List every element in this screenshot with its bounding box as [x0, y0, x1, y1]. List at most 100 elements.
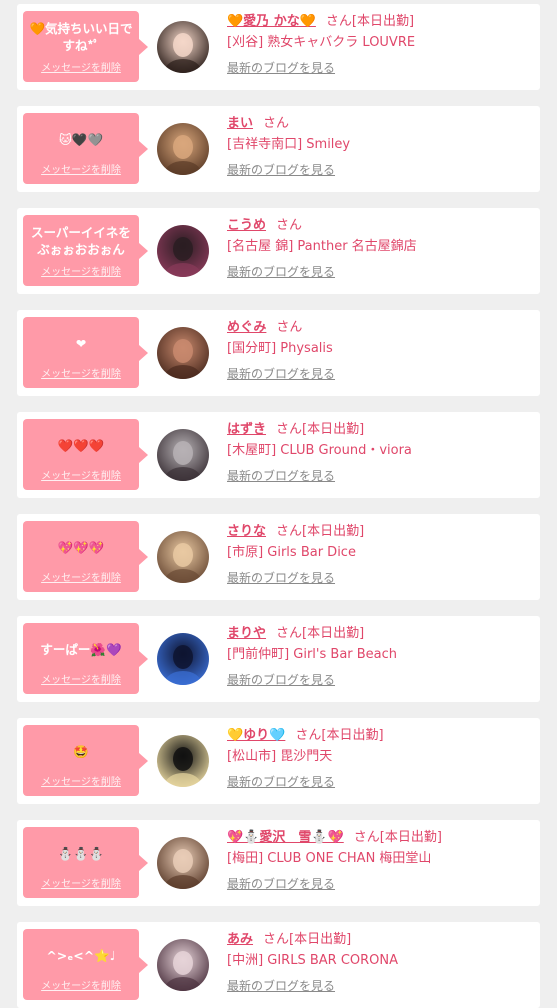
avatar[interactable] — [157, 327, 209, 379]
latest-blog-link[interactable]: 最新のブログを見る — [227, 161, 335, 178]
cast-info: はずき さん[本日出勤] [木屋町] CLUB Ground・viora 最新のブ… — [227, 420, 534, 484]
latest-blog-link[interactable]: 最新のブログを見る — [227, 467, 335, 484]
list-item: すーぱー🌺💜 メッセージを削除 まりや さん[本日出勤] [門前仲町] Girl… — [17, 616, 540, 702]
delete-message-link[interactable]: メッセージを削除 — [23, 59, 139, 74]
latest-blog-link[interactable]: 最新のブログを見る — [227, 365, 335, 382]
avatar[interactable] — [157, 633, 209, 685]
latest-blog-link[interactable]: 最新のブログを見る — [227, 773, 335, 790]
shop-name: [刈谷] 熟女キャバクラ LOUVRE — [227, 35, 416, 50]
list-item: ❤ メッセージを削除 めぐみ さん [国分町] Physalis 最新のブログを… — [17, 310, 540, 396]
message-bubble: 🤩 メッセージを削除 — [23, 725, 148, 796]
delete-message-link[interactable]: メッセージを削除 — [23, 365, 139, 380]
cast-info: めぐみ さん [国分町] Physalis 最新のブログを見る — [227, 318, 534, 382]
honorific: さん — [353, 830, 380, 845]
cast-name-link[interactable]: 💖⛄愛沢 雪⛄💖 — [227, 830, 344, 845]
latest-blog-link[interactable]: 最新のブログを見る — [227, 875, 335, 892]
delete-message-link[interactable]: メッセージを削除 — [23, 161, 139, 176]
delete-message-link[interactable]: メッセージを削除 — [23, 977, 139, 992]
avatar[interactable] — [157, 123, 209, 175]
list-item: ❤️❤️❤️ メッセージを削除 はずきさん[本日出勤] [木屋町] CLUB — [17, 412, 540, 498]
avatar[interactable] — [157, 531, 209, 583]
avatar[interactable] — [157, 837, 209, 889]
list-item: 🤩 メッセージを削除 💛ゆり🩵 さん[本日出勤] [松山市] 毘沙門天 最新のブ… — [17, 718, 540, 804]
attendance-status: [本日出勤] — [302, 422, 365, 437]
honorific: さん — [276, 626, 303, 641]
cast-name-link[interactable]: こうめ — [227, 218, 266, 233]
latest-blog-link[interactable]: 最新のブログを見る — [227, 263, 335, 280]
message-bubble: 🐱🖤🩶 メッセージを削除 — [23, 113, 148, 184]
cast-info: まい さん [吉祥寺南口] Smiley 最新のブログを見る — [227, 114, 534, 178]
cast-name-link[interactable]: まい — [227, 116, 253, 131]
avatar-image — [157, 633, 209, 685]
avatar-image — [157, 939, 209, 991]
avatar-image — [157, 531, 209, 583]
list-item: 🐱🖤🩶 メッセージを削除 まい さん [吉祥寺南口] Smiley 最新のブログ… — [17, 106, 540, 192]
attendance-status: [本日出勤] — [379, 830, 442, 845]
delete-message-link[interactable]: メッセージを削除 — [23, 467, 139, 482]
honorific: さん — [276, 524, 303, 539]
shop-name: [名古屋 錦] Panther 名古屋錦店 — [227, 239, 417, 254]
avatar-image — [157, 21, 209, 73]
cast-name-link[interactable]: あみ — [227, 932, 253, 947]
honorific: さん — [276, 320, 303, 335]
attendance-status: [本日出勤] — [289, 932, 352, 947]
honorific: さん — [263, 932, 290, 947]
shop-name: [松山市] 毘沙門天 — [227, 749, 333, 764]
message-text: 🧡気持ちいい日で すね*ﾟ — [29, 21, 133, 53]
honorific: さん — [325, 14, 352, 29]
honorific: さん — [276, 218, 303, 233]
delete-message-link[interactable]: メッセージを削除 — [23, 671, 139, 686]
attendance-status: [本日出勤] — [351, 14, 415, 29]
cast-info: こうめ さん [名古屋 錦] Panther 名古屋錦店 最新のブログを見る — [227, 216, 534, 280]
honorific: さん — [295, 728, 322, 743]
shop-name: [国分町] Physalis — [227, 341, 333, 356]
delete-message-link[interactable]: メッセージを削除 — [23, 263, 139, 278]
list-item: 💖💖💖 メッセージを削除 さりな さん[本日出勤] [市原] Girls Bar… — [17, 514, 540, 600]
list-item: ^>ₑ<^⭐♩ メッセージを削除 あみさん[本日出勤] [中洲] GIRLS — [17, 922, 540, 1008]
message-bubble: ❤️❤️❤️ メッセージを削除 — [23, 419, 148, 490]
cast-info: さりな さん[本日出勤] [市原] Girls Bar Dice 最新のブログを見… — [227, 522, 534, 586]
avatar-image — [157, 327, 209, 379]
delete-message-link[interactable]: メッセージを削除 — [23, 875, 139, 890]
attendance-status: [本日出勤] — [321, 728, 384, 743]
cast-info: 🧡愛乃 かな🧡 さん[本日出勤] [刈谷] 熟女キャバクラ LOUVRE 最新のブ… — [227, 12, 534, 76]
message-bubble: ^>ₑ<^⭐♩ メッセージを削除 — [23, 929, 148, 1000]
cast-name-link[interactable]: さりな — [227, 524, 266, 539]
avatar[interactable] — [157, 21, 209, 73]
cast-name-link[interactable]: 💛ゆり🩵 — [227, 728, 285, 743]
avatar[interactable] — [157, 429, 209, 481]
shop-name: [木屋町] CLUB Ground・viora — [227, 443, 412, 458]
cast-name-link[interactable]: 🧡愛乃 かな🧡 — [227, 14, 316, 29]
latest-blog-link[interactable]: 最新のブログを見る — [227, 671, 335, 688]
message-bubble: ❤ メッセージを削除 — [23, 317, 148, 388]
honorific: さん — [263, 116, 290, 131]
message-text: 💖💖💖 — [57, 539, 105, 555]
message-text: ^>ₑ<^⭐♩ — [46, 947, 116, 963]
cast-name-link[interactable]: まりや — [227, 626, 266, 641]
avatar-image — [157, 225, 209, 277]
message-text: 🤩 — [73, 743, 89, 759]
cast-info: 💛ゆり🩵 さん[本日出勤] [松山市] 毘沙門天 最新のブログを見る — [227, 726, 534, 790]
shop-name: [吉祥寺南口] Smiley — [227, 137, 351, 152]
honorific: さん — [276, 422, 303, 437]
avatar[interactable] — [157, 735, 209, 787]
avatar-image — [157, 735, 209, 787]
message-bubble: ⛄⛄⛄ メッセージを削除 — [23, 827, 148, 898]
avatar[interactable] — [157, 939, 209, 991]
message-text: ❤ — [75, 335, 87, 351]
latest-blog-link[interactable]: 最新のブログを見る — [227, 59, 335, 76]
attendance-status: [本日出勤] — [302, 626, 365, 641]
message-text: 🐱🖤🩶 — [58, 131, 104, 147]
delete-message-link[interactable]: メッセージを削除 — [23, 569, 139, 584]
message-bubble: すーぱー🌺💜 メッセージを削除 — [23, 623, 148, 694]
cast-name-link[interactable]: はずき — [227, 422, 266, 437]
avatar[interactable] — [157, 225, 209, 277]
latest-blog-link[interactable]: 最新のブログを見る — [227, 977, 335, 994]
cast-name-link[interactable]: めぐみ — [227, 320, 266, 335]
message-bubble: 💖💖💖 メッセージを削除 — [23, 521, 148, 592]
delete-message-link[interactable]: メッセージを削除 — [23, 773, 139, 788]
shop-name: [中洲] GIRLS BAR CORONA — [227, 953, 399, 968]
message-text: スーパーイイネを ぶぉぉおおぉん — [31, 225, 131, 257]
latest-blog-link[interactable]: 最新のブログを見る — [227, 569, 335, 586]
shop-name: [門前仲町] Girl's Bar Beach — [227, 647, 398, 662]
